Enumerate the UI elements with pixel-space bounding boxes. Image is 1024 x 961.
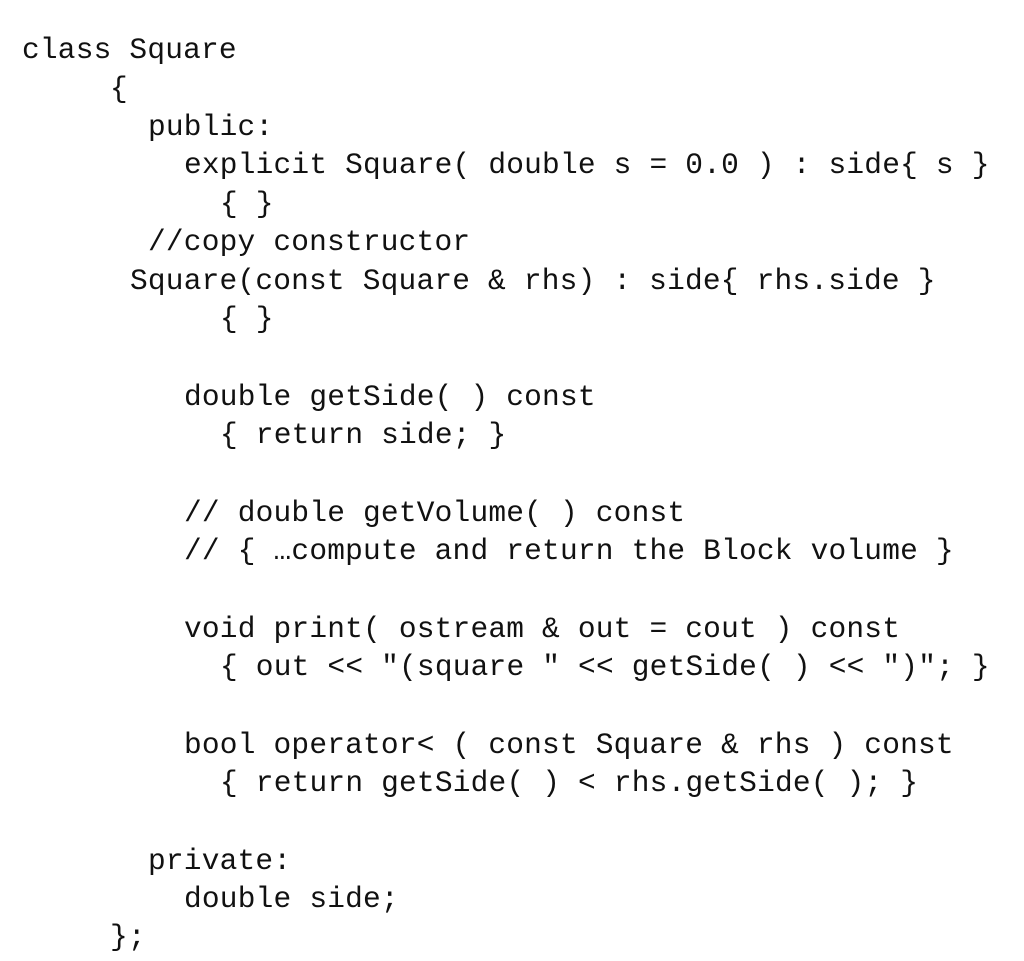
- code-line-close-brace: };: [110, 920, 146, 954]
- code-line-explicit-constructor: explicit Square( double s = 0.0 ) : side…: [184, 148, 990, 182]
- code-listing: class Square { public: explicit Square( …: [0, 0, 1024, 961]
- code-line-operator-less-signature: bool operator< ( const Square & rhs ) co…: [184, 728, 954, 762]
- code-line-copy-constructor-body: { }: [220, 302, 274, 336]
- code-line-class-declaration: class Square: [22, 33, 237, 67]
- code-line-print-body: { out << "(square " << getSide( ) << ")"…: [220, 650, 990, 684]
- code-line-operator-less-body: { return getSide( ) < rhs.getSide( ); }: [220, 766, 919, 800]
- code-line-constructor-body: { }: [220, 187, 274, 221]
- code-line-private-label: private:: [148, 844, 292, 878]
- code-line-getvolume-comment: // double getVolume( ) const: [184, 496, 686, 530]
- code-line-side-member: double side;: [184, 882, 399, 916]
- code-line-getside-body: { return side; }: [220, 418, 507, 452]
- code-line-print-signature: void print( ostream & out = cout ) const: [184, 612, 901, 646]
- code-line-public-label: public:: [148, 110, 274, 144]
- code-line-open-brace: {: [110, 72, 128, 106]
- code-line-getside-signature: double getSide( ) const: [184, 380, 596, 414]
- code-line-copy-constructor-comment: //copy constructor: [148, 225, 471, 259]
- code-line-copy-constructor: Square(const Square & rhs) : side{ rhs.s…: [130, 264, 936, 298]
- code-line-getvolume-body-comment: // { …compute and return the Block volum…: [184, 534, 954, 568]
